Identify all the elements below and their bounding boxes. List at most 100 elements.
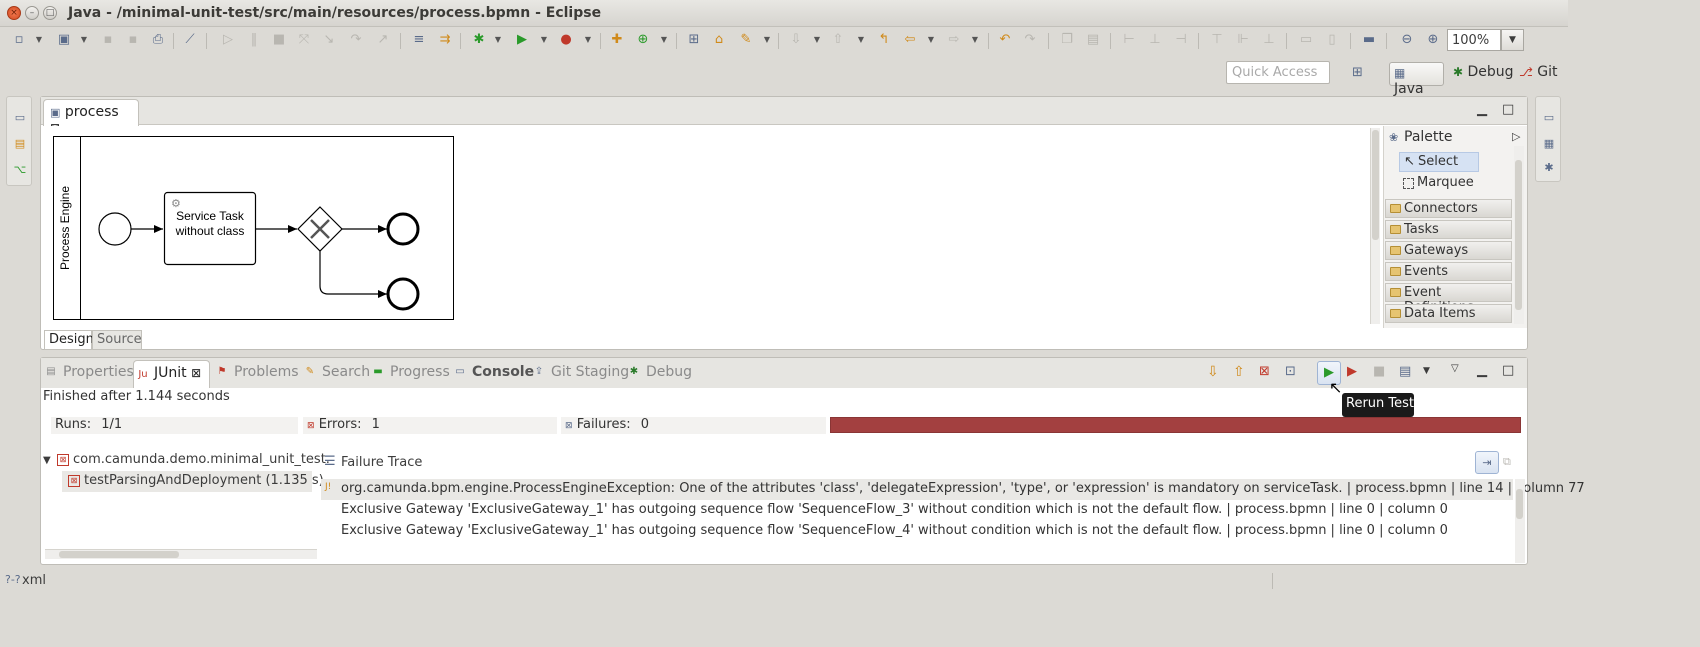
delete-icon[interactable]: ▤ [1084, 31, 1102, 49]
run-external-tools-icon[interactable]: ● [557, 31, 575, 49]
quick-access-input[interactable]: Quick Access [1226, 61, 1330, 84]
minimize-icon[interactable]: ▁ [1477, 102, 1487, 117]
new-project-dropdown-icon[interactable]: ▼ [80, 31, 88, 49]
previous-failure-icon[interactable]: ⇧ [1233, 364, 1245, 380]
tab-properties[interactable]: ▤ Properties [45, 364, 134, 380]
editor-tab-process[interactable]: ▣ process ⊠ [43, 99, 139, 135]
perspective-git-button[interactable]: ⎇ Git [1515, 62, 1562, 86]
close-tab-icon[interactable]: ⊠ [191, 366, 201, 380]
search-dropdown-icon[interactable]: ▼ [763, 31, 771, 49]
tab-git-staging[interactable]: ⇪ Git Staging [533, 364, 629, 380]
view-menu-icon[interactable]: ▽ [1451, 363, 1459, 374]
tab-console[interactable]: ▭ Console [454, 364, 534, 380]
stop-test-icon[interactable]: ■ [1373, 364, 1385, 379]
search-icon[interactable]: ✎ [737, 31, 755, 49]
new-class-dropdown-icon[interactable]: ▼ [660, 31, 668, 49]
match-width-icon[interactable]: ▭ [1297, 31, 1315, 49]
run-dropdown-icon[interactable]: ▼ [540, 31, 548, 49]
redo-icon[interactable]: ↷ [1021, 31, 1039, 49]
align-center-icon[interactable]: ⊥ [1146, 31, 1164, 49]
disconnect-icon[interactable]: ⤧ [295, 31, 313, 49]
zoom-out-icon[interactable]: ⊖ [1398, 31, 1416, 49]
perspective-debug-button[interactable]: ✱ Debug [1449, 62, 1518, 86]
open-perspective-icon[interactable]: ⊞ [1352, 65, 1370, 83]
new-dropdown-icon[interactable]: ▼ [35, 31, 43, 49]
forward-icon[interactable]: ⇨ [945, 31, 963, 49]
trace-vertical-scrollbar[interactable] [1515, 479, 1525, 563]
previous-annotation-dropdown-icon[interactable]: ▼ [857, 31, 865, 49]
copy-icon[interactable]: ❐ [1058, 31, 1076, 49]
tab-debug[interactable]: ✱ Debug [628, 364, 692, 380]
save-all-icon[interactable]: ▪ [124, 31, 142, 49]
drop-to-frame-icon[interactable]: ≡ [410, 31, 428, 49]
debug-dropdown-icon[interactable]: ▼ [494, 31, 502, 49]
test-history-icon[interactable]: ▤ [1399, 364, 1411, 379]
new-java-class-icon[interactable]: ⊕ [634, 31, 652, 49]
canvas-vertical-scrollbar[interactable] [1370, 128, 1380, 324]
new-icon[interactable]: ▫ [10, 31, 28, 49]
open-type-icon[interactable]: ⊞ [685, 31, 703, 49]
skip-breakpoints-icon[interactable]: ⟋ [181, 31, 199, 49]
maximize-window-button[interactable]: □ [43, 6, 57, 20]
process-pool[interactable]: Process Engine ⚙ Service Task without cl… [53, 136, 455, 321]
perspective-java-button[interactable]: ▦ Java [1389, 62, 1444, 97]
resume-icon[interactable]: ▷ [219, 31, 237, 49]
step-return-icon[interactable]: ↗ [374, 31, 392, 49]
toggle-grid-icon[interactable]: ▬ [1360, 31, 1378, 49]
next-annotation-icon[interactable]: ⇩ [787, 31, 805, 49]
use-step-filters-icon[interactable]: ⇉ [436, 31, 454, 49]
trace-line[interactable]: Exclusive Gateway 'ExclusiveGateway_1' h… [321, 521, 1513, 542]
new-project-icon[interactable]: ▣ [55, 31, 73, 49]
back-icon[interactable]: ⇦ [901, 31, 919, 49]
palette-scrollbar[interactable] [1514, 146, 1524, 324]
zoom-in-icon[interactable]: ⊕ [1424, 31, 1442, 49]
compare-result-icon[interactable]: ⧉ [1503, 455, 1511, 469]
terminate-icon[interactable]: ■ [270, 31, 288, 49]
run-icon[interactable]: ▶ [513, 31, 531, 49]
next-failure-icon[interactable]: ⇩ [1207, 364, 1219, 380]
package-explorer-icon[interactable]: ▤ [13, 137, 27, 151]
palette-drawer-event-definitions[interactable]: Event Definitions [1385, 283, 1512, 315]
end-event-2[interactable] [386, 277, 420, 311]
tab-search[interactable]: ✎ Search [304, 364, 370, 380]
scroll-lock-icon[interactable]: ⊡ [1285, 364, 1296, 379]
palette-drawer-gateways[interactable]: Gateways [1385, 241, 1512, 260]
align-bottom-icon[interactable]: ⊥ [1260, 31, 1278, 49]
align-middle-icon[interactable]: ⊩ [1234, 31, 1252, 49]
design-tab[interactable]: Design [44, 330, 94, 350]
debug-icon[interactable]: ✱ [470, 31, 488, 49]
zoom-level-field[interactable]: 100% [1447, 29, 1501, 51]
maximize-icon[interactable]: □ [1502, 102, 1514, 117]
filter-stack-trace-button[interactable]: ⇥ [1475, 451, 1499, 474]
expand-icon[interactable]: ▼ [43, 455, 51, 466]
trace-line[interactable]: Exclusive Gateway 'ExclusiveGateway_1' h… [321, 500, 1513, 521]
next-annotation-dropdown-icon[interactable]: ▼ [813, 31, 821, 49]
zoom-dropdown-button[interactable]: ▼ [1501, 29, 1524, 51]
open-task-icon[interactable]: ⌂ [710, 31, 728, 49]
restore-icon[interactable]: ▭ [13, 111, 27, 125]
trace-line[interactable]: J! org.camunda.bpm.engine.ProcessEngineE… [321, 479, 1585, 500]
test-case-row[interactable]: ⊠ testParsingAndDeployment (1.135 s) [62, 471, 324, 492]
minimize-icon[interactable]: ▁ [1477, 363, 1487, 378]
tab-progress[interactable]: ▬ Progress [372, 364, 449, 380]
start-event[interactable] [98, 212, 132, 246]
test-suite-item[interactable]: com.camunda.demo.minimal_unit_test. [73, 452, 330, 467]
suspend-icon[interactable]: ‖ [245, 31, 263, 49]
forward-dropdown-icon[interactable]: ▼ [971, 31, 979, 49]
tab-problems[interactable]: ⚑ Problems [216, 364, 299, 380]
palette-drawer-data-items[interactable]: Data Items [1385, 304, 1512, 323]
back-dropdown-icon[interactable]: ▼ [927, 31, 935, 49]
step-into-icon[interactable]: ↘ [320, 31, 338, 49]
tree-horizontal-scrollbar[interactable] [45, 549, 317, 559]
palette-tool-select[interactable]: ↖ Select [1399, 152, 1479, 172]
external-tools-dropdown-icon[interactable]: ▼ [584, 31, 592, 49]
match-height-icon[interactable]: ▯ [1323, 31, 1341, 49]
restore-icon[interactable]: ▭ [1542, 111, 1556, 125]
align-left-icon[interactable]: ⊢ [1120, 31, 1138, 49]
step-over-icon[interactable]: ↷ [347, 31, 365, 49]
diagram-canvas[interactable]: Process Engine ⚙ Service Task without cl… [42, 126, 1380, 328]
minimize-window-button[interactable]: – [25, 6, 39, 20]
align-top-icon[interactable]: ⊤ [1208, 31, 1226, 49]
palette-drawer-tasks[interactable]: Tasks [1385, 220, 1512, 239]
source-tab[interactable]: Source [92, 330, 142, 350]
